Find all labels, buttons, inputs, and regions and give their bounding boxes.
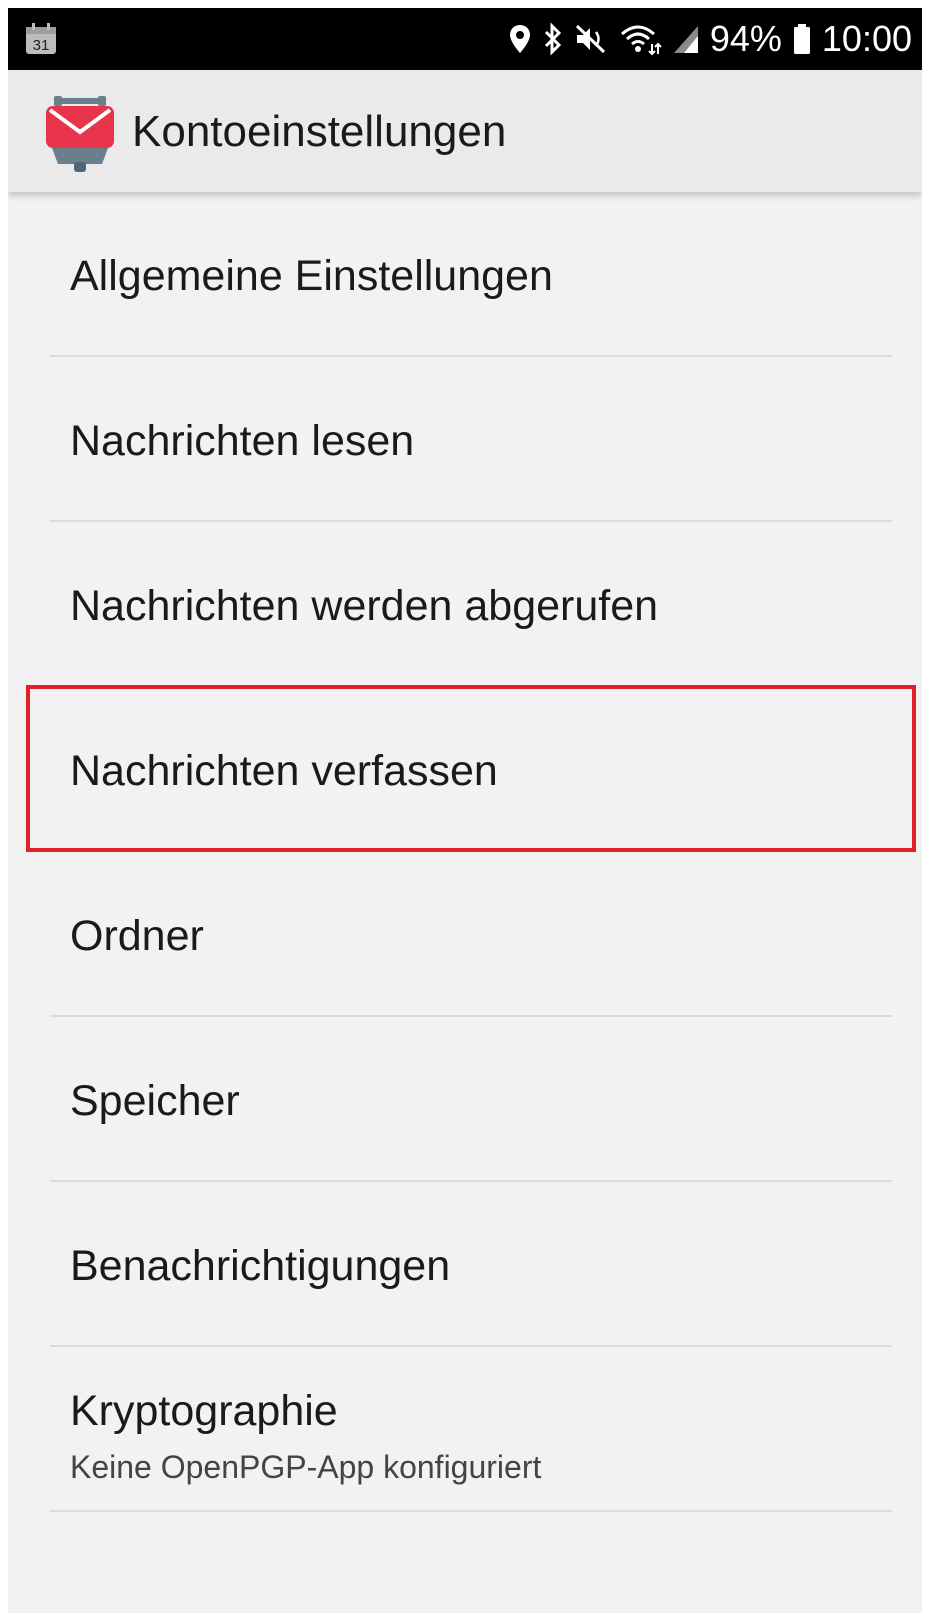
setting-label: Benachrichtigungen	[70, 1242, 451, 1290]
status-time: 10:00	[821, 18, 912, 59]
k9-mail-icon	[46, 96, 114, 172]
page-title: Kontoeinstellungen	[132, 107, 507, 156]
setting-notifications[interactable]: Benachrichtigungen	[50, 1182, 892, 1347]
wifi-icon	[620, 25, 662, 56]
bluetooth-icon	[544, 22, 561, 56]
location-icon	[509, 25, 530, 53]
setting-fetching-mail[interactable]: Nachrichten werden abgerufen	[50, 522, 892, 687]
setting-label: Kryptographie	[70, 1387, 338, 1435]
setting-label: Speicher	[70, 1077, 240, 1125]
status-bar: 31 94% 10:00	[8, 8, 922, 70]
setting-summary: Keine OpenPGP-App konfiguriert	[70, 1449, 542, 1485]
setting-cryptography[interactable]: Kryptographie Keine OpenPGP-App konfigur…	[50, 1347, 892, 1512]
settings-list: Allgemeine Einstellungen Nachrichten les…	[8, 192, 922, 1512]
signal-icon	[673, 26, 698, 53]
battery-percent: 94%	[709, 18, 782, 59]
setting-label: Nachrichten verfassen	[70, 747, 498, 795]
calendar-icon: 31	[26, 23, 56, 54]
screen: 31 94% 10:00 Kontoeinstellungen Allgemei…	[8, 8, 922, 1613]
setting-reading-mail[interactable]: Nachrichten lesen	[50, 357, 892, 522]
mute-icon	[575, 24, 605, 54]
setting-composing-mail[interactable]: Nachrichten verfassen	[50, 687, 892, 852]
calendar-day: 31	[33, 37, 50, 54]
status-icons: 94% 10:00	[508, 8, 912, 70]
setting-folders[interactable]: Ordner	[50, 852, 892, 1017]
setting-label: Nachrichten werden abgerufen	[70, 582, 659, 630]
setting-general[interactable]: Allgemeine Einstellungen	[50, 192, 892, 357]
app-bar: Kontoeinstellungen	[8, 70, 922, 192]
setting-storage[interactable]: Speicher	[50, 1017, 892, 1182]
battery-icon	[793, 24, 810, 54]
setting-label: Allgemeine Einstellungen	[70, 252, 553, 300]
setting-label: Nachrichten lesen	[70, 417, 415, 465]
setting-label: Ordner	[70, 912, 204, 960]
